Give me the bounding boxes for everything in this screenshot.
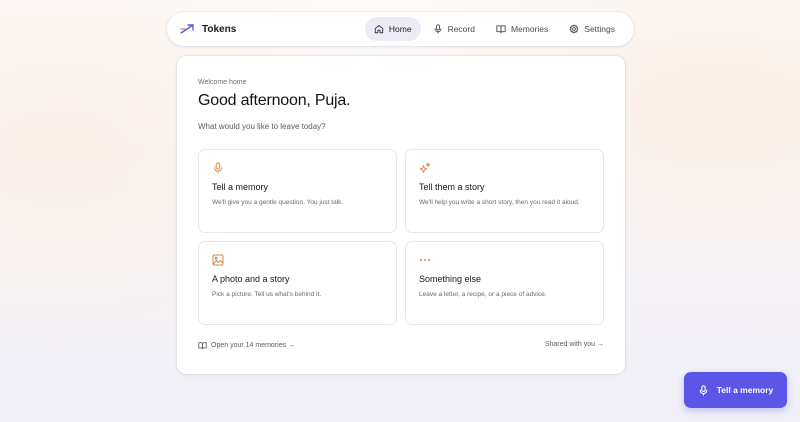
option-description: We'll help you write a short story, then… xyxy=(419,199,580,206)
more-dots-icon xyxy=(420,259,430,261)
option-something-else[interactable]: Something else Leave a letter, a recipe,… xyxy=(405,241,604,325)
option-title: Tell a memory xyxy=(212,182,269,192)
open-memories-label: Open your 14 memories → xyxy=(211,342,296,349)
home-icon xyxy=(374,25,384,34)
nav-item-settings[interactable]: Settings xyxy=(560,17,624,41)
option-title: Something else xyxy=(419,274,482,284)
option-description: Leave a letter, a recipe, or a piece of … xyxy=(419,291,547,298)
nav-item-label: Memories xyxy=(510,24,549,34)
fab-label: Tell a memory xyxy=(716,385,774,395)
nav-item-memories[interactable]: Memories xyxy=(487,17,557,41)
shared-with-you-link[interactable]: Shared with you → xyxy=(545,341,604,348)
welcome-eyebrow: Welcome home xyxy=(198,79,247,86)
microphone-icon xyxy=(434,24,441,34)
microphone-icon xyxy=(214,162,222,174)
book-icon xyxy=(496,25,506,34)
app-name: Tokens xyxy=(202,23,237,35)
open-memories-link[interactable]: Open your 14 memories → xyxy=(198,341,295,350)
shared-with-you-label: Shared with you → xyxy=(544,341,604,348)
nav-item-label: Record xyxy=(447,24,475,34)
option-title: A photo and a story xyxy=(212,274,290,284)
nav-links: Home Record Memories Settings xyxy=(364,17,624,41)
home-card: Welcome home Good afternoon, Puja. What … xyxy=(177,56,625,374)
nav-item-record[interactable]: Record xyxy=(424,17,484,41)
prompt-text: What would you like to leave today? xyxy=(198,122,326,131)
option-title: Tell them a story xyxy=(419,182,485,192)
page-title: Good afternoon, Puja. xyxy=(198,92,351,109)
book-icon xyxy=(198,342,207,350)
brand[interactable]: Tokens xyxy=(179,21,236,37)
option-tell-a-memory[interactable]: Tell a memory We'll give you a gentle qu… xyxy=(198,149,397,233)
nav-item-home[interactable]: Home xyxy=(364,17,421,41)
image-icon xyxy=(212,254,224,266)
option-tell-them-a-story[interactable]: Tell them a story We'll help you write a… xyxy=(405,149,604,233)
microphone-icon xyxy=(699,384,707,396)
option-description: Pick a picture. Tell us what's behind it… xyxy=(212,291,322,298)
nav-item-label: Settings xyxy=(584,24,615,34)
tell-a-memory-button[interactable]: Tell a memory xyxy=(684,372,787,408)
option-photo-and-story[interactable]: A photo and a story Pick a picture. Tell… xyxy=(198,241,397,325)
option-description: We'll give you a gentle question. You ju… xyxy=(212,199,344,206)
gear-icon xyxy=(569,24,579,34)
top-nav: Tokens Home Record Memories Settings xyxy=(167,12,634,46)
nav-item-label: Home xyxy=(388,24,412,34)
sparkles-icon xyxy=(419,162,431,173)
logo-icon xyxy=(180,24,194,34)
